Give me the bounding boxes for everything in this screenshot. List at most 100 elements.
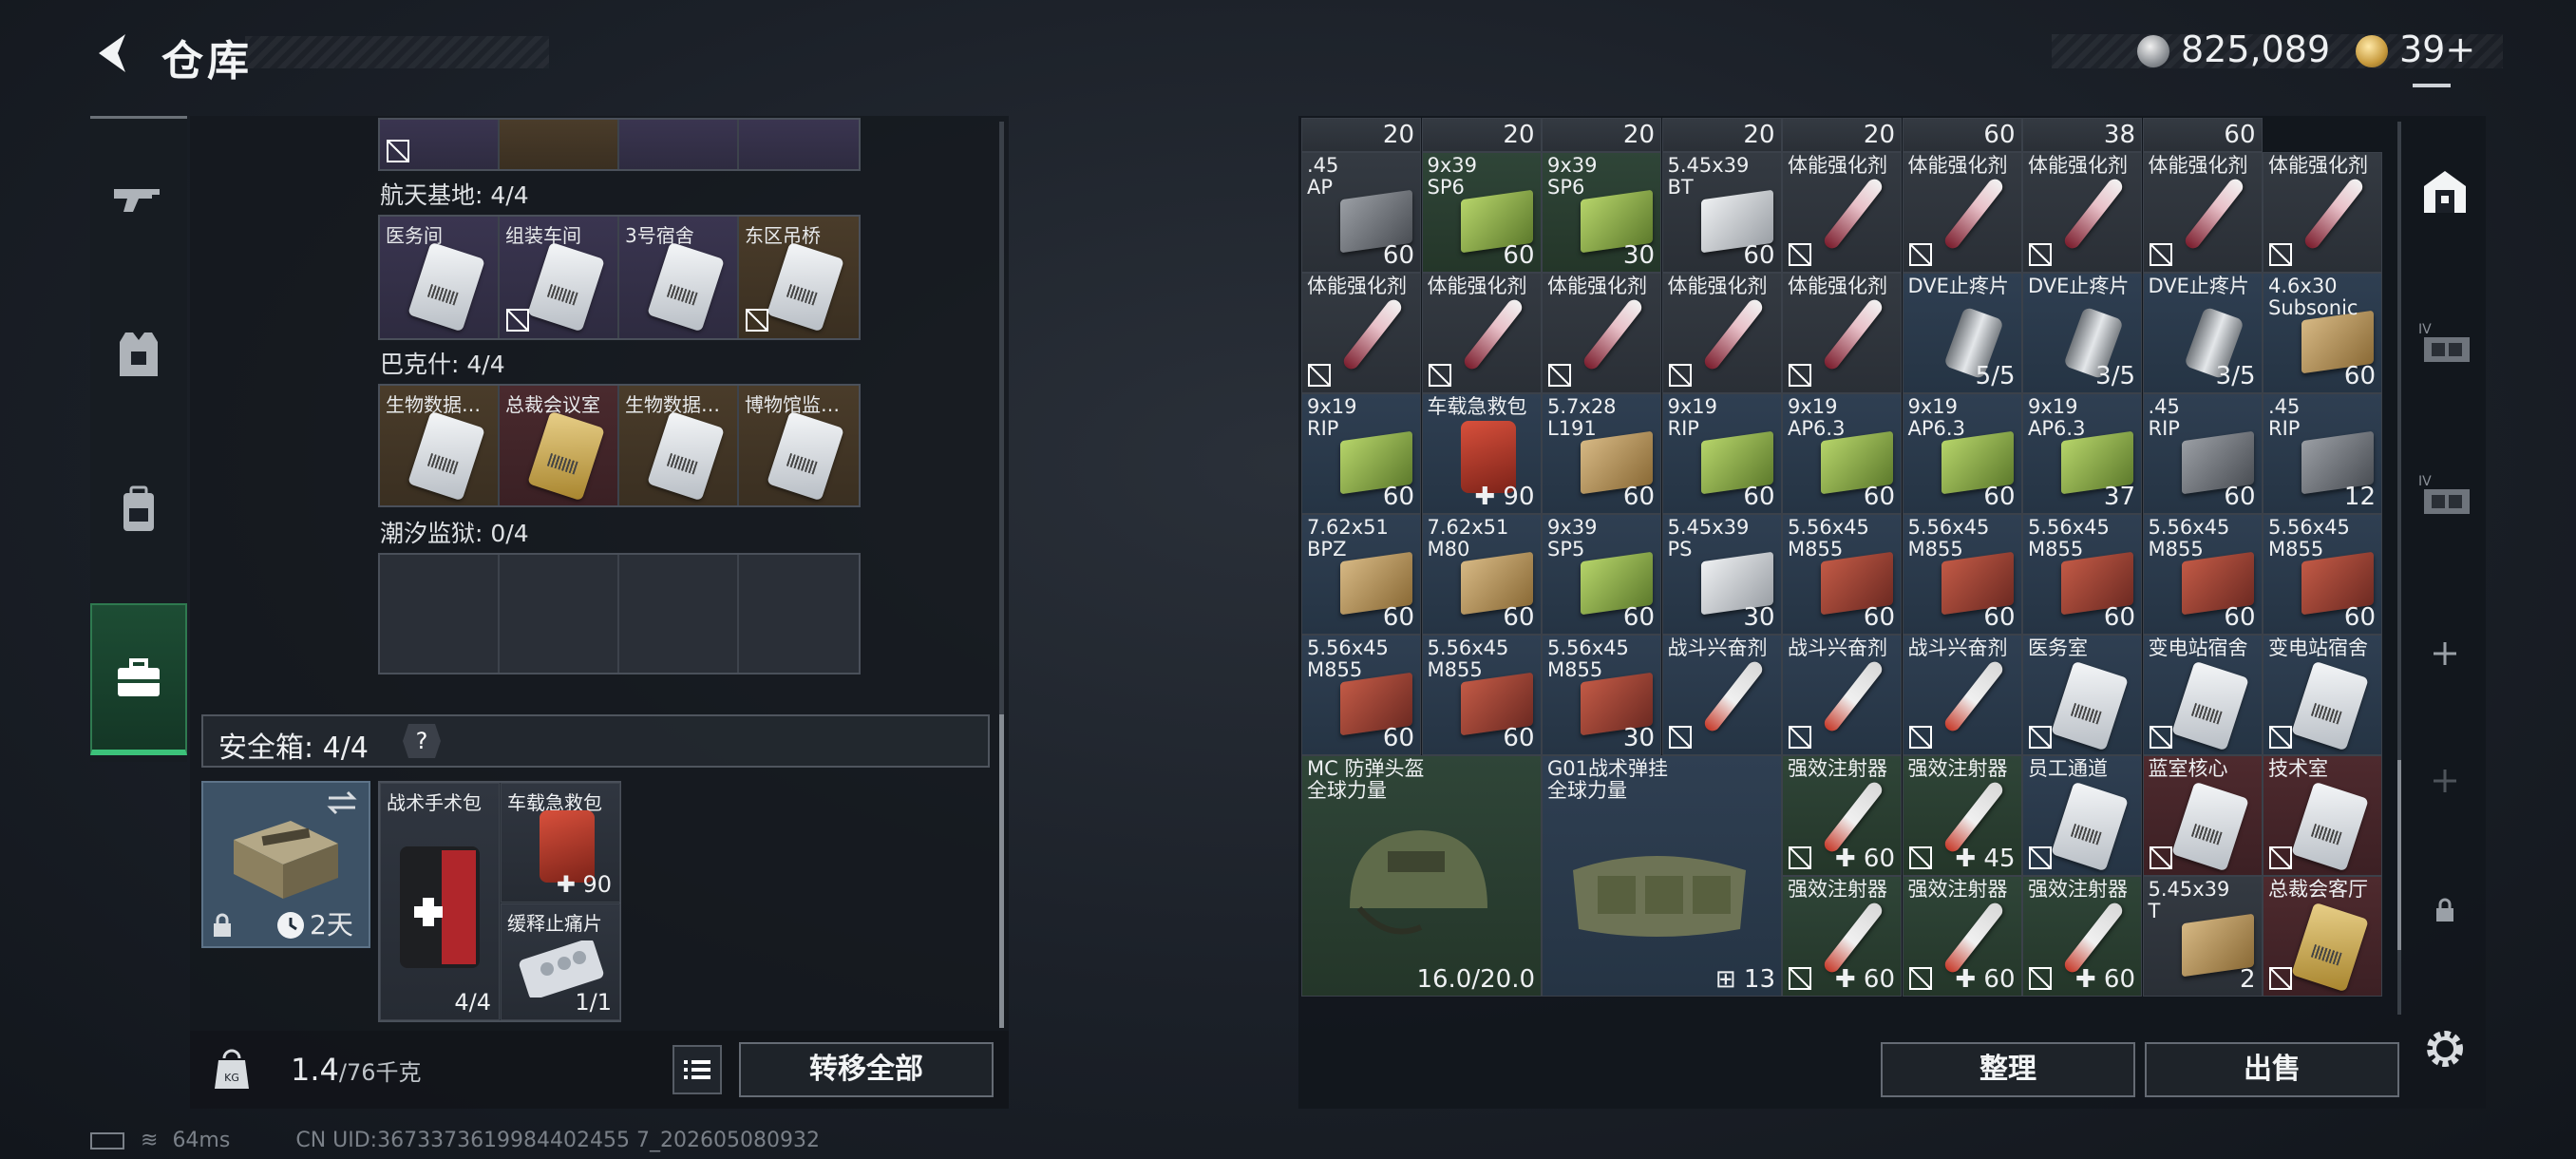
stash-item[interactable]: 7.62x51 M80 60 [1421,514,1542,635]
stash-item[interactable]: 技术室 [2263,755,2382,876]
keycard-slot[interactable] [500,120,619,169]
keycard-slot[interactable]: 生物数据… [619,386,739,505]
stash-item[interactable]: 体能强化剂 [1902,152,2022,273]
stash-item[interactable]: 体能强化剂 [1661,273,1782,393]
stash-item[interactable]: 体能强化剂 [1421,273,1542,393]
stash-item[interactable]: 5.56x45 M855 60 [2142,514,2263,635]
back-arrow-icon[interactable] [87,28,137,78]
keycard-slot[interactable]: 东区吊桥 [739,217,859,338]
add-stash-button[interactable] [2413,743,2477,819]
safebox-item[interactable]: 2天 [201,781,370,948]
keycard-slot[interactable] [619,120,739,169]
painkiller-item[interactable]: 缓释止痛片 1/1 [501,903,620,1020]
stash-item[interactable]: 9x19 AP6.3 60 [1782,393,1902,514]
stash-item[interactable]: 体能强化剂 [2142,152,2263,273]
stash-item[interactable]: 5.56x45 M855 60 [1301,635,1421,755]
stash-item[interactable]: 强效注射器 ✚ 60 [2022,876,2142,997]
stash-item[interactable]: .45 RIP 12 [2263,393,2382,514]
add-stash-button[interactable] [2413,616,2477,692]
stash-item[interactable]: 员工通道 [2022,755,2142,876]
stash-item[interactable]: 蓝室核心 [2142,755,2263,876]
stash-item[interactable]: 体能强化剂 [2263,152,2382,273]
stash-item-partial[interactable]: 38 [2022,118,2142,152]
help-button[interactable]: ? [403,724,441,758]
stash-item[interactable]: 5.45x39 T2 [2142,876,2263,997]
helmet-item[interactable]: MC 防弹头盔 全球力量 16.0/20.0 [1301,755,1542,997]
stash-item[interactable]: 5.56x45 M855 60 [1902,514,2022,635]
stash-item[interactable]: 变电站宿舍 [2142,635,2263,755]
sell-button[interactable]: 出售 [2145,1042,2399,1097]
stash-item-partial[interactable]: 60 [2142,118,2263,152]
empty-slot[interactable] [619,555,739,673]
stash-item[interactable]: 5.45x39 BT 60 [1661,152,1782,273]
stash-item[interactable]: 9x19 AP6.3 37 [2022,393,2142,514]
stash-item[interactable]: 5.56x45 M855 30 [1542,635,1661,755]
rig-tab-1[interactable]: IV [2413,306,2477,382]
stash-item[interactable]: 5.56x45 M855 60 [1782,514,1902,635]
chest-rig-item[interactable]: G01战术弹挂 全球力量 ⊞ 13 [1542,755,1782,997]
stash-item[interactable]: 5.7x28 L191 60 [1542,393,1661,514]
stash-item[interactable]: 体能强化剂 [1782,152,1902,273]
empty-slot[interactable] [500,555,619,673]
stash-item[interactable]: 强效注射器 ✚ 45 [1902,755,2022,876]
stash-item[interactable]: 9x19 RIP 60 [1301,393,1421,514]
car-medkit-item[interactable]: 车载急救包 ✚ 90 [501,783,620,902]
stash-item[interactable]: 体能强化剂 [1542,273,1661,393]
stash-item[interactable]: 5.56x45 M855 60 [2263,514,2382,635]
stash-item[interactable]: 医务室 [2022,635,2142,755]
stash-item[interactable]: 战斗兴奋剂 [1782,635,1902,755]
empty-slot[interactable] [739,555,859,673]
stash-item-partial[interactable]: 20 [1421,118,1542,152]
stash-item[interactable]: DVE止疼片 3/5 [2142,273,2263,393]
stash-item[interactable]: DVE止疼片 5/5 [1902,273,2022,393]
stash-item-partial[interactable]: 20 [1301,118,1421,152]
keycard-slot[interactable]: 总裁会议室 [500,386,619,505]
stash-item[interactable]: 强效注射器 ✚ 60 [1782,755,1902,876]
nav-case[interactable] [90,603,187,755]
stash-item[interactable]: 总裁会客厅 [2263,876,2382,997]
stash-item[interactable]: 9x19 RIP 60 [1661,393,1782,514]
stash-item[interactable]: 战斗兴奋剂 [1661,635,1782,755]
keycard-slot[interactable] [380,120,500,169]
stash-item-partial[interactable]: 20 [1542,118,1661,152]
stash-item[interactable]: 5.56x45 M855 60 [2022,514,2142,635]
list-view-button[interactable] [672,1045,722,1094]
nav-armor[interactable] [90,278,187,430]
stash-item[interactable]: 5.45x39 PS 30 [1661,514,1782,635]
stash-item-partial[interactable]: 60 [1902,118,2022,152]
stash-item[interactable]: 体能强化剂 [2022,152,2142,273]
nav-weapon[interactable] [90,123,187,275]
stash-item[interactable]: 9x39 SP6 30 [1542,152,1661,273]
stash-item[interactable]: 车载急救包 ✚ 90 [1421,393,1542,514]
swap-icon[interactable] [325,788,359,817]
stash-item[interactable]: 体能强化剂 [1782,273,1902,393]
stash-vault-tab[interactable] [2413,154,2477,230]
keycard-slot[interactable]: 博物馆监… [739,386,859,505]
stash-scrollbar-thumb[interactable] [2397,760,2401,950]
keycard-slot[interactable]: 医务间 [380,217,500,338]
stash-item[interactable]: 战斗兴奋剂 [1902,635,2022,755]
keycard-slot[interactable] [739,120,859,169]
stash-item[interactable]: DVE止疼片 3/5 [2022,273,2142,393]
stash-item[interactable]: .45 AP 60 [1301,152,1421,273]
left-scrollbar-thumb[interactable] [999,714,1004,1028]
stash-item[interactable]: 强效注射器 ✚ 60 [1782,876,1902,997]
rig-tab-2[interactable]: IV [2413,458,2477,534]
keycard-slot[interactable]: 3号宿舍 [619,217,739,338]
sort-button[interactable]: 整理 [1881,1042,2135,1097]
stash-item[interactable]: 4.6x30 Subsonic 60 [2263,273,2382,393]
stash-item-partial[interactable]: 20 [1782,118,1902,152]
surgery-kit-item[interactable]: 战术手术包 4/4 [380,783,500,1020]
stash-item[interactable]: 9x19 AP6.3 60 [1902,393,2022,514]
stash-item[interactable]: 7.62x51 BPZ 60 [1301,514,1421,635]
stash-item[interactable]: 强效注射器 ✚ 60 [1902,876,2022,997]
transfer-all-button[interactable]: 转移全部 [739,1042,994,1097]
keycard-slot[interactable]: 组装车间 [500,217,619,338]
stash-item[interactable]: 9x39 SP5 60 [1542,514,1661,635]
settings-button[interactable] [2413,1011,2477,1087]
stash-item[interactable]: 5.56x45 M855 60 [1421,635,1542,755]
stash-item[interactable]: 体能强化剂 [1301,273,1421,393]
stash-item[interactable]: .45 RIP 60 [2142,393,2263,514]
keycard-slot[interactable]: 生物数据… [380,386,500,505]
empty-slot[interactable] [380,555,500,673]
